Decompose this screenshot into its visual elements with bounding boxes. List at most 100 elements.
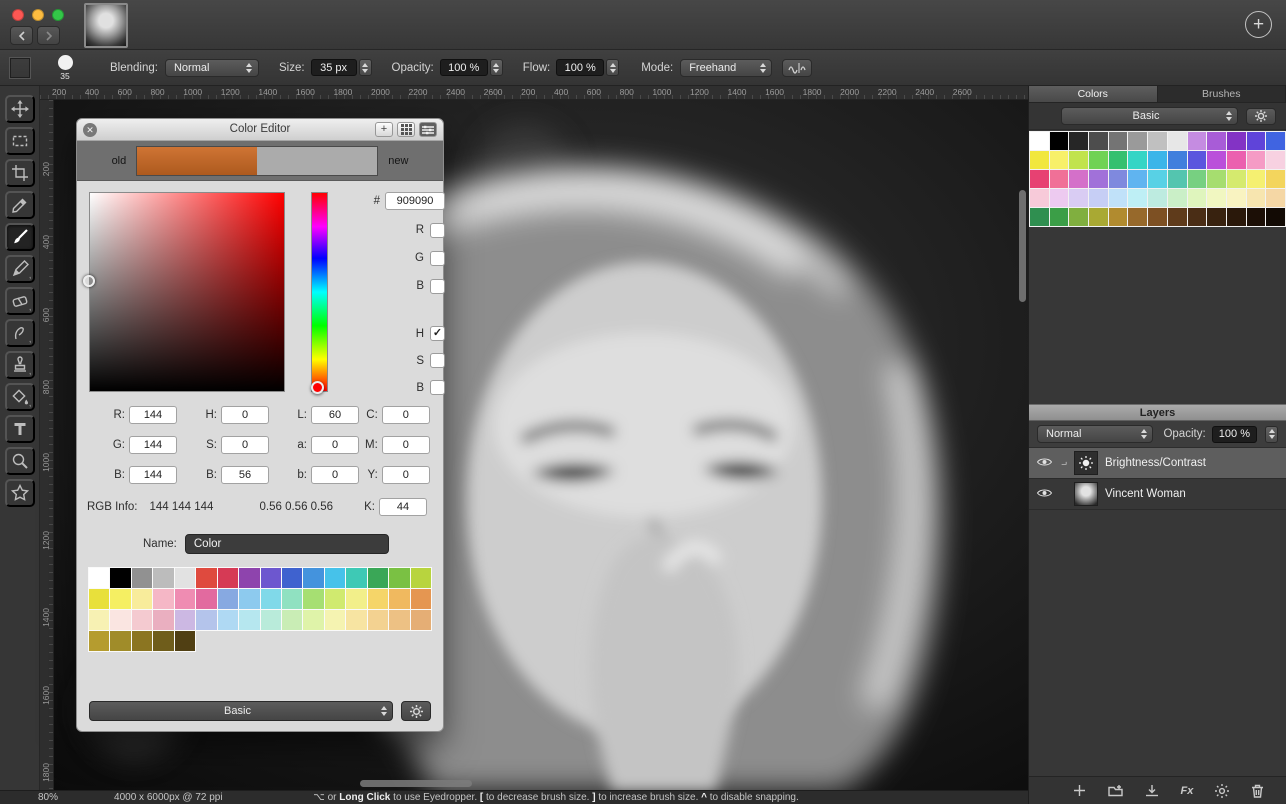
- a-field[interactable]: 0: [311, 436, 359, 454]
- adjustments-button[interactable]: [1215, 783, 1230, 798]
- image-layer-thumbnail[interactable]: [1074, 482, 1098, 506]
- color-swatch[interactable]: [1148, 151, 1167, 169]
- layer-blend-dropdown[interactable]: Normal: [1037, 425, 1154, 443]
- h-checkbox[interactable]: ✓: [430, 326, 445, 341]
- color-swatch[interactable]: [131, 610, 153, 630]
- color-swatch[interactable]: [1226, 170, 1246, 188]
- color-swatch[interactable]: [1049, 189, 1069, 207]
- new-document-button[interactable]: +: [1245, 11, 1272, 38]
- color-swatch[interactable]: [1266, 151, 1285, 169]
- new-group-button[interactable]: [1108, 784, 1123, 797]
- color-swatch[interactable]: [303, 568, 324, 588]
- color-swatch[interactable]: [174, 568, 196, 588]
- color-swatch[interactable]: [89, 631, 110, 651]
- color-swatch[interactable]: [389, 610, 410, 630]
- size-field[interactable]: 35 px: [310, 59, 357, 76]
- color-swatch[interactable]: [303, 589, 324, 609]
- color-swatch[interactable]: [153, 610, 174, 630]
- layer-visibility-toggle[interactable]: [1036, 485, 1053, 503]
- color-swatch[interactable]: [1226, 151, 1246, 169]
- color-swatch[interactable]: [1187, 170, 1207, 188]
- document-thumbnail[interactable]: [84, 3, 128, 48]
- color-swatch[interactable]: [260, 589, 281, 609]
- color-editor-titlebar[interactable]: ✕ Color Editor +: [77, 119, 443, 141]
- horizontal-ruler[interactable]: 200 400 600 800 1000 1200 1400 1600 1800 2000 2200…: [40, 86, 1028, 100]
- color-swatch[interactable]: [324, 589, 346, 609]
- size-stepper[interactable]: [358, 59, 372, 76]
- color-swatch[interactable]: [1069, 132, 1089, 150]
- color-swatch[interactable]: [1207, 208, 1226, 226]
- colors-settings-button[interactable]: [1246, 107, 1276, 125]
- color-swatch[interactable]: [324, 610, 346, 630]
- color-swatch[interactable]: [1207, 170, 1226, 188]
- color-swatch[interactable]: [389, 589, 410, 609]
- hue-slider[interactable]: [311, 192, 328, 392]
- eyedropper-tool-button[interactable]: [4, 191, 35, 219]
- minimize-window-button[interactable]: [32, 9, 44, 21]
- color-swatch[interactable]: [1246, 151, 1266, 169]
- color-swatch[interactable]: [110, 589, 131, 609]
- color-swatch[interactable]: [110, 568, 131, 588]
- opacity-stepper[interactable]: [489, 59, 503, 76]
- palette-preset-dropdown[interactable]: Basic: [89, 701, 393, 721]
- b2-checkbox[interactable]: [430, 380, 445, 395]
- color-swatch[interactable]: [1089, 170, 1108, 188]
- m-field[interactable]: 0: [381, 436, 430, 454]
- color-swatch[interactable]: [1226, 132, 1246, 150]
- color-swatch[interactable]: [367, 589, 389, 609]
- color-swatch[interactable]: [1167, 170, 1187, 188]
- color-swatch[interactable]: [1089, 132, 1108, 150]
- h-field[interactable]: 0: [221, 406, 269, 424]
- color-swatch[interactable]: [153, 589, 174, 609]
- color-swatch[interactable]: [1167, 208, 1187, 226]
- color-swatch[interactable]: [410, 589, 431, 609]
- color-swatch[interactable]: [281, 568, 303, 588]
- l-field[interactable]: 60: [311, 406, 359, 424]
- color-swatch[interactable]: [260, 568, 281, 588]
- color-swatch[interactable]: [1049, 208, 1069, 226]
- color-swatch[interactable]: [217, 568, 239, 588]
- b2-field[interactable]: 56: [221, 466, 269, 484]
- color-swatch[interactable]: [1069, 189, 1089, 207]
- b-checkbox[interactable]: [430, 278, 445, 294]
- r-field[interactable]: 144: [129, 406, 177, 424]
- color-swatch[interactable]: [410, 610, 431, 630]
- color-swatch[interactable]: [389, 568, 410, 588]
- rectangular-selection-tool-button[interactable]: [4, 127, 35, 155]
- color-swatch[interactable]: [324, 568, 346, 588]
- color-swatch[interactable]: [1187, 208, 1207, 226]
- opacity-field[interactable]: 100 %: [439, 59, 488, 76]
- paint-brush-tool-button[interactable]: [4, 223, 35, 251]
- fullscreen-window-button[interactable]: [52, 9, 64, 21]
- adjustment-layer-thumbnail[interactable]: [1074, 451, 1098, 475]
- add-color-button[interactable]: +: [375, 122, 393, 137]
- color-swatch[interactable]: [1030, 132, 1049, 150]
- color-swatch[interactable]: [1226, 208, 1246, 226]
- color-swatch[interactable]: [1128, 170, 1148, 188]
- crop-tool-button[interactable]: [4, 159, 35, 187]
- color-swatch[interactable]: [1108, 189, 1128, 207]
- color-swatch[interactable]: [1266, 170, 1285, 188]
- color-swatch[interactable]: [1246, 189, 1266, 207]
- color-swatch[interactable]: [1049, 132, 1069, 150]
- tab-colors[interactable]: Colors: [1029, 86, 1158, 102]
- color-swatch[interactable]: [89, 589, 110, 609]
- flow-stepper[interactable]: [606, 59, 620, 76]
- brush-preview[interactable]: 35: [54, 54, 76, 81]
- color-swatch[interactable]: [281, 589, 303, 609]
- color-swatch[interactable]: [1167, 132, 1187, 150]
- color-swatch[interactable]: [196, 568, 217, 588]
- color-swatch[interactable]: [1266, 189, 1285, 207]
- close-panel-button[interactable]: ✕: [83, 123, 97, 137]
- mode-dropdown[interactable]: Freehand: [680, 58, 773, 77]
- color-swatch[interactable]: [153, 631, 174, 651]
- b-field[interactable]: 144: [129, 466, 177, 484]
- color-swatch[interactable]: [89, 610, 110, 630]
- color-swatch[interactable]: [1246, 170, 1266, 188]
- color-swatch[interactable]: [174, 631, 196, 651]
- clone-stamp-tool-button[interactable]: [4, 351, 35, 379]
- blending-dropdown[interactable]: Normal: [164, 58, 259, 77]
- color-swatch[interactable]: [1148, 132, 1167, 150]
- color-swatch[interactable]: [1148, 208, 1167, 226]
- color-swatch[interactable]: [281, 610, 303, 630]
